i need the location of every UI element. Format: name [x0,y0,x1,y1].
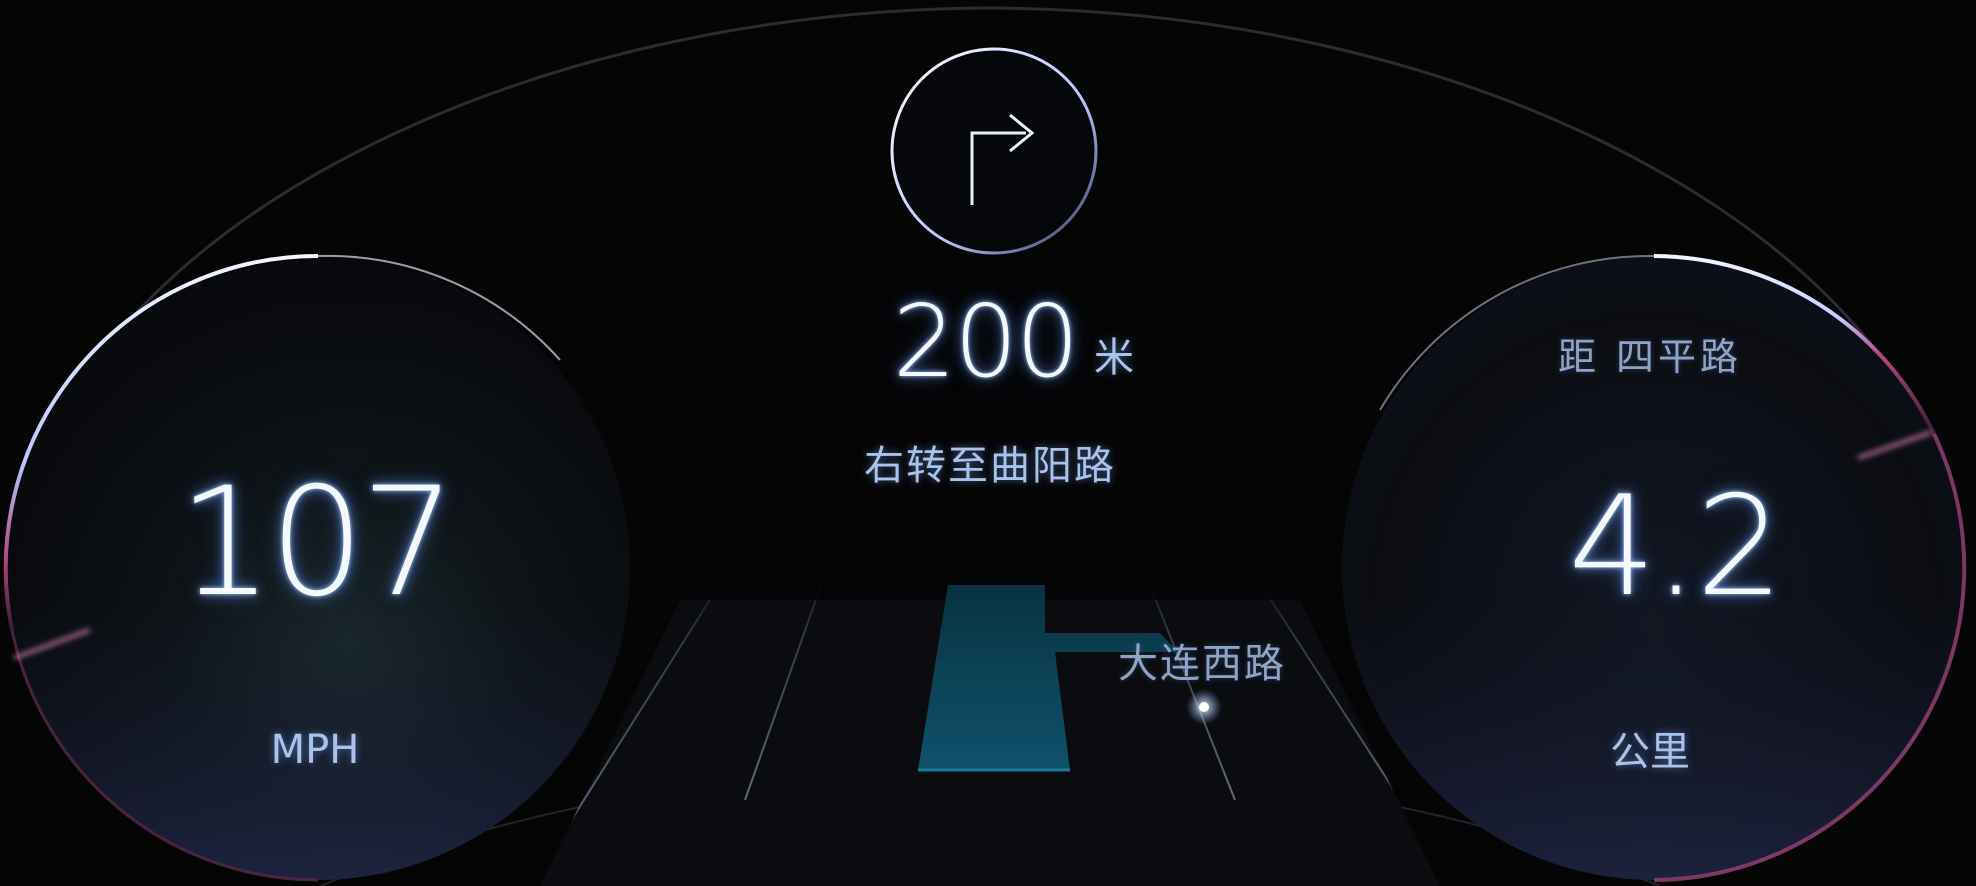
turn-distance-unit: 米 [1094,335,1134,381]
destination-label: 距 四平路 [1557,335,1743,379]
location-dot [1199,702,1209,712]
turn-indicator [890,47,1098,255]
instrument-cluster: 107 MPH 200 米 右转至曲阳路 大连西路 距 四平路 4.2 公里 [0,0,1976,886]
map-street-label: 大连西路 [1118,641,1286,687]
turn-distance-value: 200 [892,283,1080,400]
remaining-distance-unit: 公里 [1610,729,1690,775]
turn-instruction: 右转至曲阳路 [864,443,1116,489]
speed-value: 107 [177,456,456,630]
speed-unit: MPH [270,727,360,773]
remaining-distance-value: 4.2 [1568,466,1783,627]
